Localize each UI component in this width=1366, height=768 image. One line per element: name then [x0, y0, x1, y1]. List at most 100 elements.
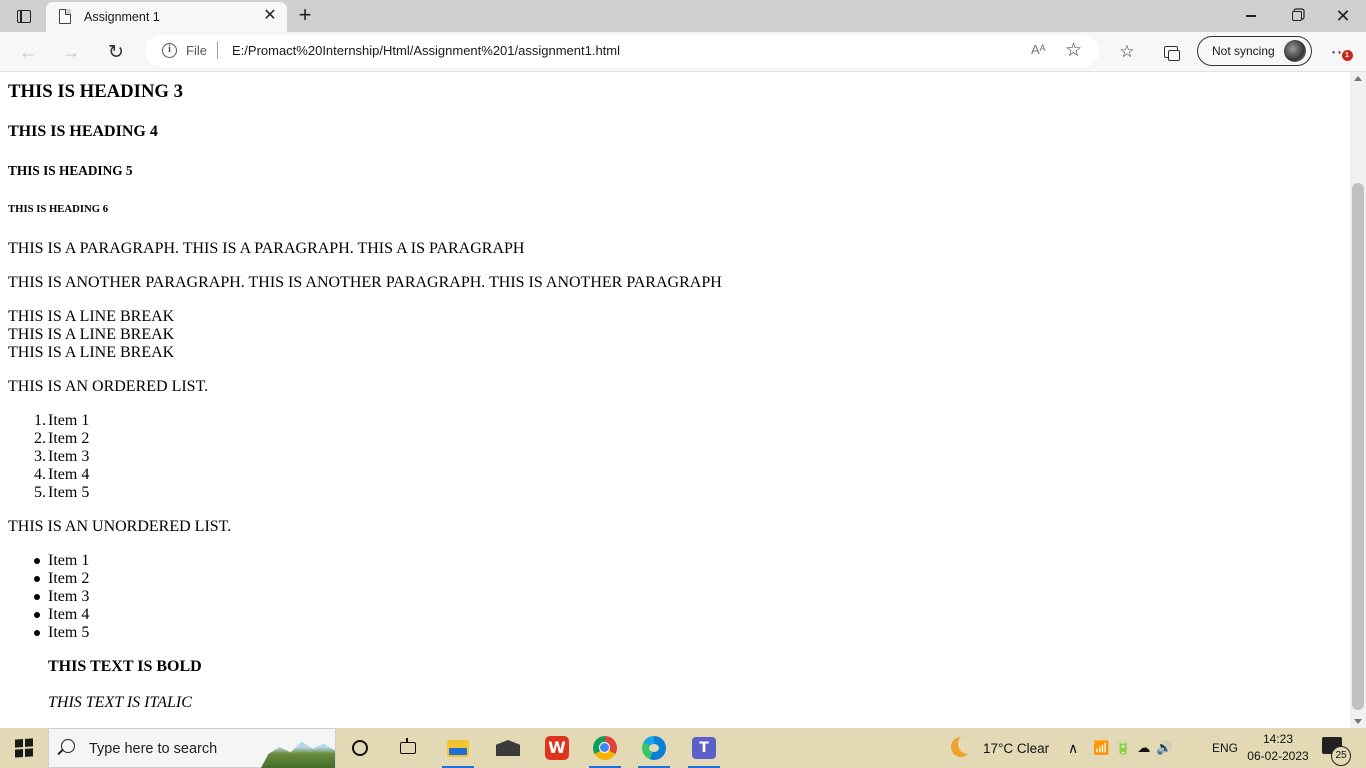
mail-button[interactable] [484, 728, 532, 768]
tab-actions-icon [17, 9, 31, 23]
weather-moon-icon[interactable] [951, 737, 971, 757]
ordered-list-item: Item 1 [48, 412, 90, 429]
restore-button[interactable] [1274, 0, 1320, 32]
line-break-text: THIS IS A LINE BREAK [8, 344, 175, 361]
file-page-icon [59, 8, 72, 24]
address-scheme-label: File [186, 43, 207, 58]
read-aloud-icon[interactable]: Aᴬ [1031, 42, 1046, 57]
scrollbar-thumb[interactable] [1352, 183, 1364, 710]
bullet-icon [34, 594, 40, 600]
chrome-button[interactable] [581, 728, 629, 768]
vertical-scrollbar[interactable] [1350, 72, 1366, 728]
tab-assignment-1[interactable]: Assignment 1 ✕ [46, 2, 287, 32]
show-hidden-icons-chevron-icon[interactable]: ∧ [1068, 728, 1078, 768]
ordered-list-item: Item 2 [48, 430, 90, 447]
collections-icon [1164, 46, 1180, 61]
bullet-icon [34, 576, 40, 582]
clock-time: 14:23 [1262, 732, 1294, 746]
avatar [1284, 40, 1306, 62]
edge-button[interactable] [630, 728, 678, 768]
bullet-icon [34, 630, 40, 636]
task-view-icon [400, 738, 416, 754]
chrome-icon [593, 736, 617, 760]
unordered-list-item: Item 4 [48, 606, 90, 623]
system-tray-icons[interactable]: 📶🔋☁🔊 [1093, 728, 1179, 768]
search-placeholder: Type here to search [89, 741, 218, 757]
new-tab-button[interactable]: + [293, 4, 317, 28]
cortana-icon [352, 740, 368, 756]
paragraph-2: THIS IS ANOTHER PARAGRAPH. THIS IS ANOTH… [8, 274, 722, 291]
teams-button[interactable]: T [680, 728, 728, 768]
wps-office-icon: W [545, 736, 569, 760]
file-explorer-button[interactable] [434, 728, 482, 768]
profile-sync-label: Not syncing [1212, 44, 1275, 58]
search-icon [61, 739, 75, 753]
unordered-list-item: Item 1 [48, 552, 90, 569]
forward-button[interactable]: → [57, 38, 85, 66]
add-favorite-icon[interactable]: ☆ [1065, 39, 1082, 62]
settings-more-button[interactable]: ⋯ 1 [1326, 38, 1354, 66]
teams-icon: T [692, 737, 716, 759]
favorites-icon[interactable]: ☆ [1113, 38, 1141, 66]
notification-count-badge: 25 [1331, 746, 1351, 766]
search-highlight-image [261, 741, 335, 768]
notification-badge: 1 [1342, 50, 1353, 61]
clock-date: 06-02-2023 [1247, 749, 1309, 763]
site-info-icon[interactable]: i [162, 43, 177, 58]
cortana-button[interactable] [336, 728, 384, 768]
ordered-list-number: 1. [34, 412, 46, 429]
line-break-text: THIS IS A LINE BREAK [8, 308, 175, 325]
scroll-down-arrow-icon[interactable] [1354, 719, 1362, 724]
windows-taskbar: Type here to search W T 17°C Clear ∧ 📶🔋☁… [0, 728, 1366, 768]
heading-5: THIS IS HEADING 5 [8, 163, 133, 178]
italic-text: THIS TEXT IS ITALIC [48, 694, 192, 711]
reload-button[interactable]: ↻ [102, 38, 130, 66]
language-indicator[interactable]: ENG [1212, 728, 1238, 768]
ordered-list-item: Item 4 [48, 466, 90, 483]
tab-title: Assignment 1 [84, 10, 160, 24]
browser-toolbar: ← → ↻ i File E:/Promact%20Internship/Htm… [0, 32, 1366, 72]
start-button[interactable] [0, 728, 48, 768]
scroll-up-arrow-icon[interactable] [1354, 76, 1362, 81]
ordered-list-item: Item 5 [48, 484, 90, 501]
minimize-icon [1246, 15, 1256, 17]
line-break-text: THIS IS A LINE BREAK [8, 326, 175, 343]
wps-office-button[interactable]: W [533, 728, 581, 768]
restore-icon [1292, 11, 1302, 21]
bold-text: THIS TEXT IS BOLD [48, 658, 202, 675]
close-tab-icon[interactable]: ✕ [261, 7, 279, 25]
minimize-button[interactable] [1228, 0, 1274, 32]
tab-strip: Assignment 1 ✕ + ✕ [0, 0, 1366, 32]
unordered-list-intro: THIS IS AN UNORDERED LIST. [8, 518, 232, 535]
heading-3: THIS IS HEADING 3 [8, 81, 183, 102]
page-viewport: THIS IS HEADING 3 THIS IS HEADING 4 THIS… [0, 72, 1350, 728]
taskbar-search-box[interactable]: Type here to search [48, 728, 336, 768]
windows-logo-icon [15, 738, 33, 758]
url-text[interactable]: E:/Promact%20Internship/Html/Assignment%… [232, 43, 620, 58]
heading-4: THIS IS HEADING 4 [8, 123, 158, 140]
ordered-list-item: Item 3 [48, 448, 90, 465]
mail-icon [496, 740, 520, 756]
task-view-button[interactable] [384, 728, 432, 768]
ordered-list-intro: THIS IS AN ORDERED LIST. [8, 378, 209, 395]
ordered-list-number: 2. [34, 430, 46, 447]
heading-6: THIS IS HEADING 6 [8, 203, 109, 215]
address-divider [217, 42, 218, 59]
ordered-list-number: 5. [34, 484, 46, 501]
paragraph-1: THIS IS A PARAGRAPH. THIS IS A PARAGRAPH… [8, 240, 525, 257]
profile-button[interactable]: Not syncing [1197, 36, 1312, 66]
ordered-list-number: 4. [34, 466, 46, 483]
taskbar-clock[interactable]: 14:23 06-02-2023 [1247, 731, 1309, 765]
collections-button[interactable] [1157, 38, 1185, 66]
edge-icon [642, 736, 666, 760]
bullet-icon [34, 612, 40, 618]
address-bar[interactable]: i File E:/Promact%20Internship/Html/Assi… [145, 35, 1099, 67]
tab-actions-button[interactable] [6, 4, 42, 28]
close-window-button[interactable]: ✕ [1320, 0, 1366, 32]
unordered-list-item: Item 5 [48, 624, 90, 641]
back-button[interactable]: ← [14, 38, 42, 66]
bullet-icon [34, 558, 40, 564]
folder-icon [447, 739, 469, 757]
unordered-list-item: Item 3 [48, 588, 90, 605]
weather-text[interactable]: 17°C Clear [983, 728, 1049, 768]
